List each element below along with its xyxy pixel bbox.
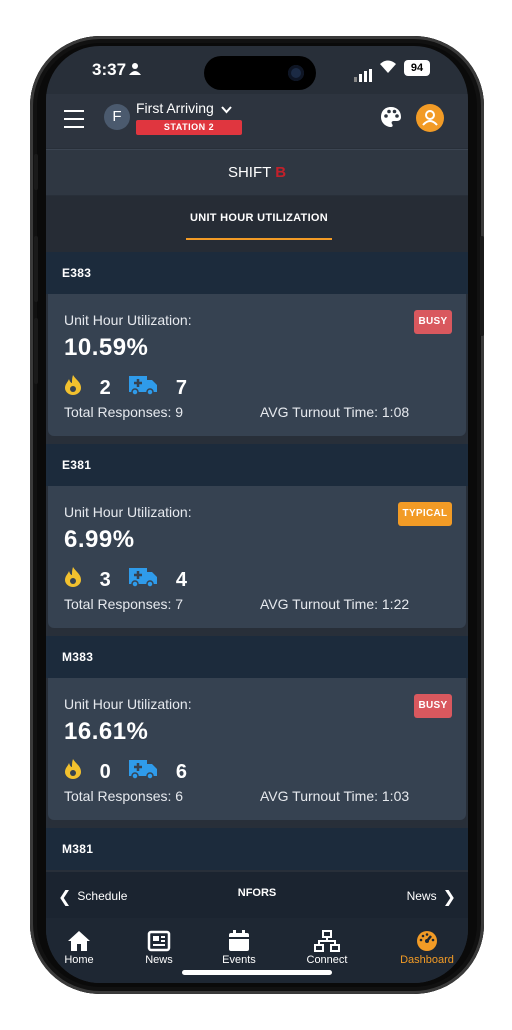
side-button-volume-up — [34, 236, 38, 302]
tab-news-label: News — [145, 954, 173, 966]
status-badge: BUSY — [414, 310, 452, 334]
tab-news[interactable]: News — [124, 930, 194, 966]
calendar-icon — [229, 930, 249, 951]
status-bar: 3:37 94 — [46, 46, 468, 94]
fire-icon — [64, 374, 82, 402]
status-badge: TYPICAL — [398, 502, 452, 526]
person-icon — [129, 62, 141, 75]
app-header: F First Arriving STATION 2 — [46, 94, 468, 148]
camera-icon — [288, 65, 304, 81]
home-icon — [68, 931, 90, 951]
shift-label: SHIFT — [227, 164, 272, 181]
cellular-signal-icon — [354, 64, 374, 82]
chevron-left-icon: ❮ — [58, 889, 72, 906]
utilization-label: Unit Hour Utilization: — [64, 696, 192, 712]
status-time: 3:37 — [92, 60, 127, 79]
wifi-icon — [380, 60, 396, 73]
tab-events[interactable]: Events — [204, 930, 274, 966]
total-responses: Total Responses: 7 — [64, 596, 184, 612]
tab-connect[interactable]: Connect — [292, 930, 362, 966]
ambulance-icon — [128, 566, 158, 594]
app-screen: 3:37 94 F First Arriving STATION 2 SHIFT… — [46, 46, 468, 983]
side-button-action — [34, 154, 38, 190]
utilization-value: 6.99% — [64, 526, 135, 553]
unit-header: M383 — [46, 636, 468, 678]
chevron-down-icon — [220, 101, 232, 117]
palette-icon[interactable] — [380, 106, 402, 128]
unit-header: E381 — [46, 444, 468, 486]
fire-icon — [64, 758, 82, 786]
station-badge: STATION 2 — [136, 120, 242, 135]
ems-count: 7 — [175, 376, 187, 399]
fire-count: 3 — [99, 568, 111, 591]
tab-connect-label: Connect — [306, 954, 348, 966]
shift-bar: SHIFT B — [46, 149, 468, 195]
total-responses: Total Responses: 9 — [64, 404, 184, 420]
dashboard-gauge-icon — [417, 931, 437, 951]
chevron-right-icon: ❯ — [442, 889, 456, 906]
tab-events-label: Events — [222, 954, 256, 966]
org-name: First Arriving — [136, 100, 214, 116]
units-list[interactable]: E383 Unit Hour Utilization: 10.59% BUSY … — [46, 252, 468, 872]
unit-header: E383 — [46, 252, 468, 294]
pager-next-label: News — [406, 889, 437, 904]
tab-dashboard-label: Dashboard — [400, 954, 454, 966]
battery-icon: 94 — [404, 60, 430, 76]
avg-turnout-time: AVG Turnout Time: 1:22 — [260, 596, 410, 612]
response-counts: 0 6 — [64, 758, 199, 783]
fire-icon — [64, 566, 82, 594]
home-indicator[interactable] — [182, 970, 332, 975]
menu-icon[interactable] — [64, 110, 84, 128]
tab-home-label: Home — [64, 954, 94, 966]
unit-card[interactable]: Unit Hour Utilization: 10.59% BUSY 2 7 T… — [48, 294, 466, 436]
network-icon — [314, 930, 340, 952]
utilization-value: 16.61% — [64, 718, 149, 745]
total-responses: Total Responses: 6 — [64, 788, 184, 804]
avg-turnout-time: AVG Turnout Time: 1:03 — [260, 788, 410, 804]
side-button-volume-down — [34, 318, 38, 384]
org-switcher[interactable]: First Arriving — [136, 100, 232, 117]
unit-header: M381 — [46, 828, 468, 870]
response-counts: 3 4 — [64, 566, 199, 591]
user-icon — [422, 110, 438, 126]
pager-prev-label: Schedule — [77, 889, 128, 904]
unit-card[interactable]: Unit Hour Utilization: 16.61% BUSY 0 6 T… — [48, 678, 466, 820]
shift-letter: B — [275, 164, 287, 181]
utilization-label: Unit Hour Utilization: — [64, 312, 192, 328]
utilization-label: Unit Hour Utilization: — [64, 504, 192, 520]
newspaper-icon — [147, 930, 171, 952]
ems-count: 4 — [175, 568, 187, 591]
tab-dashboard[interactable]: Dashboard — [392, 930, 462, 966]
avg-turnout-time: AVG Turnout Time: 1:08 — [260, 404, 410, 420]
pager-next-button[interactable]: News ❯ — [407, 887, 462, 907]
ambulance-icon — [128, 758, 158, 786]
tab-bar-top: UNIT HOUR UTILIZATION — [46, 196, 468, 252]
user-profile-button[interactable] — [416, 104, 444, 132]
pager-prev-button[interactable]: ❮ Schedule — [52, 887, 127, 907]
tab-home[interactable]: Home — [46, 930, 114, 966]
fire-count: 2 — [99, 376, 111, 399]
section-pager: ❮ Schedule NFORS News ❯ — [46, 872, 468, 918]
org-avatar[interactable]: F — [104, 104, 130, 130]
unit-card[interactable]: Unit Hour Utilization: 6.99% TYPICAL 3 4… — [48, 486, 466, 628]
side-button-power — [480, 236, 484, 336]
response-counts: 2 7 — [64, 374, 199, 399]
fire-count: 0 — [99, 760, 111, 783]
ems-count: 6 — [175, 760, 187, 783]
utilization-value: 10.59% — [64, 334, 149, 361]
ambulance-icon — [128, 374, 158, 402]
dynamic-island — [204, 56, 316, 90]
tab-unit-hour-utilization[interactable]: UNIT HOUR UTILIZATION — [186, 196, 332, 240]
status-badge: BUSY — [414, 694, 452, 718]
